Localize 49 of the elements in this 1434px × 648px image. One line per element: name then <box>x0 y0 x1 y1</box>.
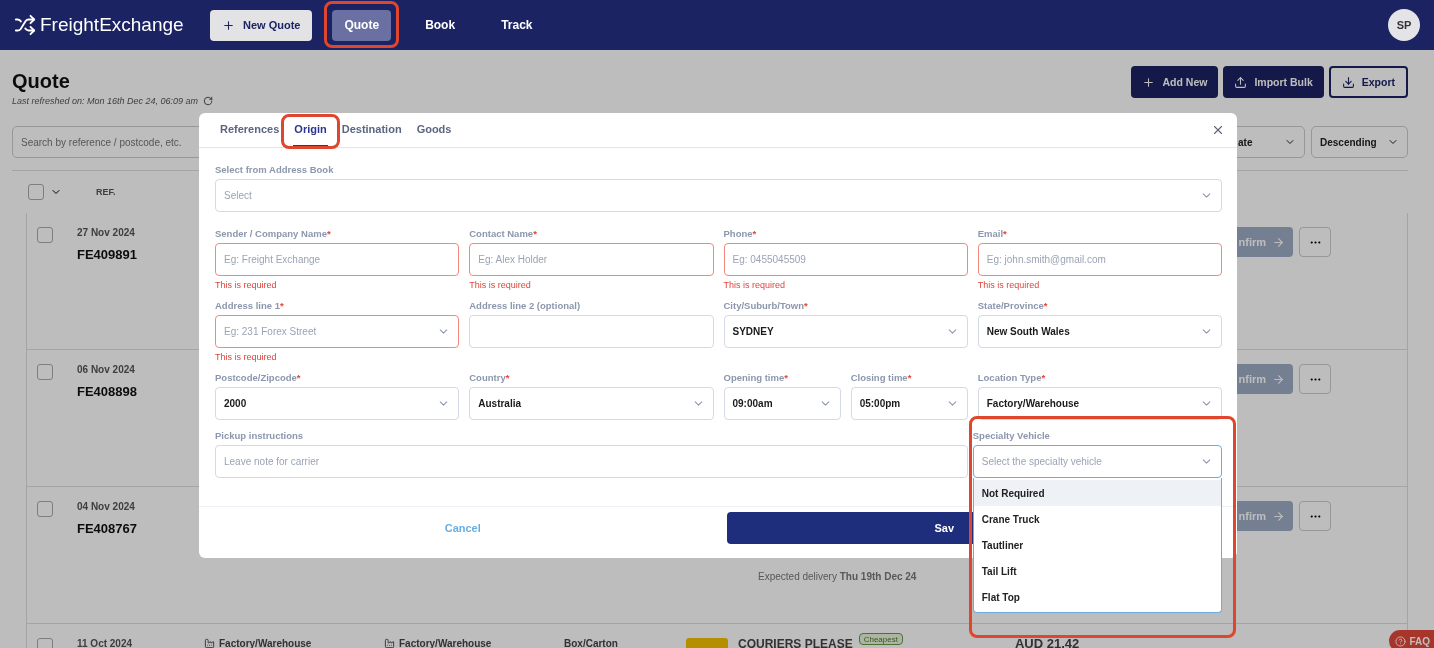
required-mark: * <box>326 228 331 239</box>
field-label: Contact Name* <box>469 228 538 239</box>
field-label: Postcode/Zipcode* <box>215 372 302 383</box>
required-mark: * <box>279 300 284 311</box>
required-mark: * <box>907 372 912 383</box>
price-text: AUD 21.42 <box>1014 638 1080 648</box>
field-label: Pickup instructions <box>215 430 305 441</box>
row-date: 11 Oct 2024 <box>77 638 134 648</box>
error-message: This is required <box>723 280 787 290</box>
error-message: This is required <box>215 352 278 362</box>
row-date: 06 Nov 2024 <box>77 364 136 375</box>
required-mark: * <box>533 228 537 239</box>
required-mark: * <box>1003 228 1007 239</box>
field-label: Email* <box>977 228 1008 239</box>
table-cell-text: Box/Carton <box>564 638 619 648</box>
last-refreshed-text: Last refreshed on: Mon 16th Dec 24, 06:09 am <box>12 96 199 106</box>
error-message: This is required <box>215 280 278 290</box>
column-header: REF. <box>96 187 116 197</box>
field-label: Closing time* <box>850 372 913 383</box>
error-message: This is required <box>977 280 1041 290</box>
field-label: Opening time* <box>723 372 789 383</box>
field-label: Location Type* <box>977 372 1047 383</box>
field-label: State/Province* <box>977 300 1049 311</box>
row-reference: FE409891 <box>77 247 137 262</box>
field-label: Sender / Company Name* <box>215 228 332 239</box>
required-mark: * <box>784 372 788 383</box>
field-label: Specialty Vehicle <box>972 430 1051 441</box>
required-mark: * <box>804 300 808 311</box>
row-reference: FE408898 <box>77 384 137 399</box>
field-label: Address line 1* <box>215 300 285 311</box>
required-mark: * <box>1041 372 1046 383</box>
cheapest-badge: Cheapest <box>858 633 903 645</box>
field-label: Country* <box>469 372 511 383</box>
required-mark: * <box>505 372 510 383</box>
field-label: Select from Address Book <box>215 164 335 175</box>
required-mark: * <box>752 228 757 239</box>
row-reference: FE408767 <box>77 521 137 536</box>
required-mark: * <box>1043 300 1048 311</box>
field-label: Address line 2 (optional) <box>469 300 582 311</box>
page-title: Quote <box>12 70 71 93</box>
delivery-text: Expected delivery Thu 19th Dec 24 <box>758 571 917 582</box>
logo-text: FreightExchange <box>40 14 184 36</box>
field-label: Phone* <box>723 228 758 239</box>
error-message: This is required <box>469 280 532 290</box>
required-mark: * <box>296 372 301 383</box>
row-date: 27 Nov 2024 <box>77 227 136 238</box>
field-label: City/Suburb/Town* <box>723 300 809 311</box>
carrier-name: COURIERS PLEASE <box>738 638 853 648</box>
row-date: 04 Nov 2024 <box>77 501 136 512</box>
